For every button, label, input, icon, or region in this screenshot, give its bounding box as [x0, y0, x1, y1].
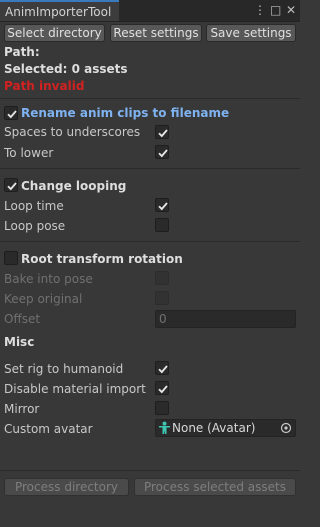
rename-header-checkbox[interactable]: [4, 106, 18, 120]
tab-anim-importer-tool[interactable]: AnimImporterTool: [0, 0, 119, 21]
keep-original-checkbox: [155, 291, 169, 305]
mirror-checkbox[interactable]: [155, 401, 169, 415]
spaces-to-underscores-checkbox[interactable]: [155, 125, 169, 139]
loop-time-label: Loop time: [4, 199, 64, 213]
rig-humanoid-checkbox[interactable]: [155, 361, 169, 375]
offset-label: Offset: [4, 312, 41, 326]
close-icon[interactable]: ✕: [286, 3, 296, 17]
process-selected-assets-button[interactable]: Process selected assets: [134, 478, 296, 496]
rig-humanoid-label: Set rig to humanoid: [4, 362, 124, 376]
offset-field: 0: [155, 310, 296, 328]
maximize-icon[interactable]: □: [270, 3, 281, 17]
misc-header: Misc: [4, 335, 35, 349]
bake-into-pose-label: Bake into pose: [4, 272, 93, 286]
loop-time-checkbox[interactable]: [155, 198, 169, 212]
keep-original-label: Keep original: [4, 292, 83, 306]
custom-avatar-label: Custom avatar: [4, 422, 93, 436]
root-rotation-checkbox[interactable]: [4, 251, 18, 265]
to-lower-checkbox[interactable]: [155, 145, 169, 159]
to-lower-label: To lower: [4, 146, 54, 160]
selected-count: Selected: 0 assets: [4, 62, 128, 76]
custom-avatar-field[interactable]: None (Avatar): [155, 419, 296, 437]
loop-pose-label: Loop pose: [4, 219, 66, 233]
mirror-label: Mirror: [4, 402, 40, 416]
avatar-icon: [158, 421, 171, 439]
change-looping-label: Change looping: [21, 179, 127, 193]
process-directory-button[interactable]: Process directory: [4, 478, 129, 496]
spaces-to-underscores-label: Spaces to underscores: [4, 125, 141, 139]
rename-header-label: Rename anim clips to filename: [21, 106, 230, 120]
select-directory-button[interactable]: Select directory: [4, 24, 105, 42]
section-divider: [0, 470, 300, 471]
reset-settings-button[interactable]: Reset settings: [110, 24, 202, 42]
path-label: Path:: [4, 45, 40, 59]
bake-into-pose-checkbox: [155, 271, 169, 285]
object-picker-icon[interactable]: [280, 422, 292, 438]
disable-material-label: Disable material import: [4, 382, 146, 396]
more-vertical-icon[interactable]: ⋮: [254, 3, 266, 17]
section-divider: [0, 98, 300, 99]
disable-material-checkbox[interactable]: [155, 381, 169, 395]
save-settings-button[interactable]: Save settings: [206, 24, 296, 42]
section-divider: [0, 241, 300, 242]
section-divider: [0, 168, 300, 169]
change-looping-checkbox[interactable]: [4, 178, 18, 192]
window-tab-bar: AnimImporterTool ⋮ □ ✕: [0, 0, 300, 21]
tab-title: AnimImporterTool: [5, 5, 112, 19]
root-rotation-label: Root transform rotation: [21, 252, 183, 266]
custom-avatar-value: None (Avatar): [172, 421, 256, 435]
path-status: Path invalid: [4, 79, 85, 93]
tab-separator: [0, 21, 300, 22]
loop-pose-checkbox[interactable]: [155, 218, 169, 232]
